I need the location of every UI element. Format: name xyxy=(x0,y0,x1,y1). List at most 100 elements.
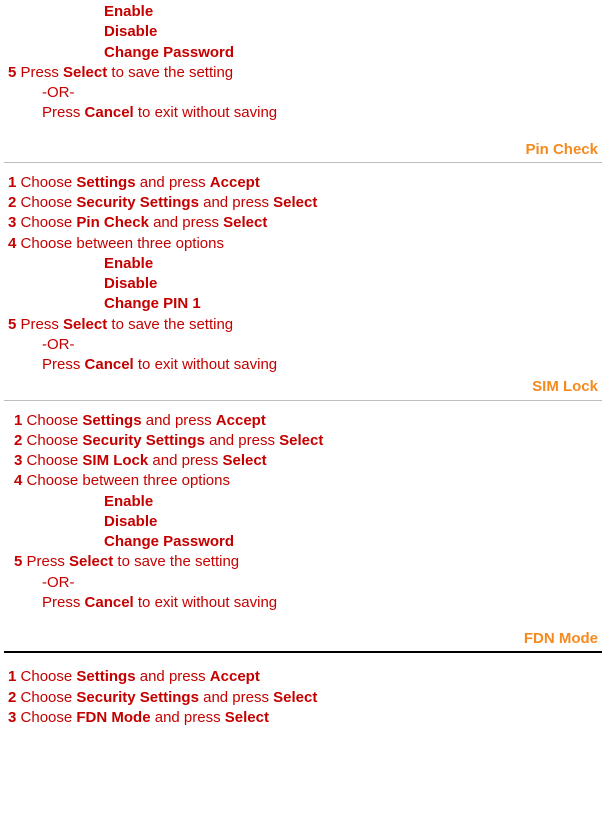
kw-fdn-mode: FDN Mode xyxy=(76,709,150,726)
option-change-password: Change Password xyxy=(4,43,602,63)
kw-select: Select xyxy=(225,709,269,726)
word-choose: Choose xyxy=(21,194,73,211)
option-enable: Enable xyxy=(4,492,602,512)
press-cancel: Press Cancel to exit without saving xyxy=(4,355,602,375)
text: Change PIN 1 xyxy=(104,295,201,312)
text: Change Password xyxy=(104,44,234,61)
section-title-fdn-mode: FDN Mode xyxy=(4,629,602,649)
press-cancel: Press Cancel to exit without saving xyxy=(4,593,602,613)
text: Disable xyxy=(104,513,157,530)
or-text: -OR- xyxy=(4,573,602,593)
tail: to exit without saving xyxy=(138,594,277,611)
divider xyxy=(4,400,602,401)
and-press: and press xyxy=(140,668,206,685)
kw-settings: Settings xyxy=(82,412,141,429)
step-number: 1 xyxy=(14,412,22,429)
text: Enable xyxy=(104,3,153,20)
and-press: and press xyxy=(203,194,269,211)
kw-cancel: Cancel xyxy=(85,594,134,611)
kw-select: Select xyxy=(63,64,107,81)
and-press: and press xyxy=(140,174,206,191)
option-disable: Disable xyxy=(4,22,602,42)
step-2: 2 Choose Security Settings and press Sel… xyxy=(4,688,602,708)
word-press: Press xyxy=(27,553,65,570)
step-number: 2 xyxy=(8,689,16,706)
kw-select: Select xyxy=(273,689,317,706)
text: Enable xyxy=(104,493,153,510)
kw-cancel: Cancel xyxy=(85,104,134,121)
step-2: 2 Choose Security Settings and press Sel… xyxy=(4,193,602,213)
word-choose: Choose xyxy=(21,174,73,191)
divider xyxy=(4,162,602,163)
step-4: 4 Choose between three options xyxy=(4,471,602,491)
tail: to save the setting xyxy=(111,64,233,81)
step-number: 5 xyxy=(8,64,16,81)
kw-pin-check: Pin Check xyxy=(76,214,149,231)
section-title-sim-lock: SIM Lock xyxy=(4,377,602,397)
step-1: 1 Choose Settings and press Accept xyxy=(4,173,602,193)
step-5: 5 Press Select to save the setting xyxy=(4,315,602,335)
kw-select: Select xyxy=(69,553,113,570)
step-number: 1 xyxy=(8,668,16,685)
divider-solid xyxy=(4,651,602,653)
kw-security-settings: Security Settings xyxy=(76,689,199,706)
step-2: 2 Choose Security Settings and press Sel… xyxy=(4,431,602,451)
section-title-pin-check: Pin Check xyxy=(4,140,602,160)
step-number: 2 xyxy=(8,194,16,211)
kw-accept: Accept xyxy=(210,668,260,685)
step-1: 1 Choose Settings and press Accept xyxy=(4,411,602,431)
and-press: and press xyxy=(153,214,219,231)
step-number: 5 xyxy=(14,553,22,570)
step-number: 1 xyxy=(8,174,16,191)
step-number: 4 xyxy=(14,472,22,489)
and-press: and press xyxy=(146,412,212,429)
step-number: 3 xyxy=(14,452,22,469)
kw-accept: Accept xyxy=(210,174,260,191)
text: Disable xyxy=(104,23,157,40)
text: Disable xyxy=(104,275,157,292)
kw-security-settings: Security Settings xyxy=(76,194,199,211)
step-number: 5 xyxy=(8,316,16,333)
step-number: 4 xyxy=(8,235,16,252)
choose-between: Choose between three options xyxy=(27,472,230,489)
word-choose: Choose xyxy=(27,412,79,429)
word-press: Press xyxy=(42,104,80,121)
or-text: -OR- xyxy=(4,335,602,355)
option-enable: Enable xyxy=(4,254,602,274)
kw-select: Select xyxy=(279,432,323,449)
step-1: 1 Choose Settings and press Accept xyxy=(4,667,602,687)
tail: to save the setting xyxy=(111,316,233,333)
and-press: and press xyxy=(152,452,218,469)
word-choose: Choose xyxy=(21,214,73,231)
option-disable: Disable xyxy=(4,512,602,532)
text: Change Password xyxy=(104,533,234,550)
option-disable: Disable xyxy=(4,274,602,294)
step-3: 3 Choose SIM Lock and press Select xyxy=(4,451,602,471)
step-5: 5 Press Select to save the setting xyxy=(4,552,602,572)
choose-between: Choose between three options xyxy=(21,235,224,252)
tail: to save the setting xyxy=(117,553,239,570)
word-choose: Choose xyxy=(21,668,73,685)
kw-settings: Settings xyxy=(76,668,135,685)
kw-select: Select xyxy=(223,214,267,231)
word-choose: Choose xyxy=(21,709,73,726)
kw-settings: Settings xyxy=(76,174,135,191)
kw-sim-lock: SIM Lock xyxy=(82,452,148,469)
word-press: Press xyxy=(42,594,80,611)
word-press: Press xyxy=(21,316,59,333)
or-text: -OR- xyxy=(4,83,602,103)
word-choose: Choose xyxy=(21,689,73,706)
step-4: 4 Choose between three options xyxy=(4,234,602,254)
and-press: and press xyxy=(203,689,269,706)
kw-select: Select xyxy=(273,194,317,211)
kw-select: Select xyxy=(63,316,107,333)
word-press: Press xyxy=(21,64,59,81)
step-3: 3 Choose FDN Mode and press Select xyxy=(4,708,602,728)
and-press: and press xyxy=(209,432,275,449)
step-3: 3 Choose Pin Check and press Select xyxy=(4,213,602,233)
word-choose: Choose xyxy=(27,432,79,449)
word-press: Press xyxy=(42,356,80,373)
text: Enable xyxy=(104,255,153,272)
kw-accept: Accept xyxy=(216,412,266,429)
tail: to exit without saving xyxy=(138,104,277,121)
